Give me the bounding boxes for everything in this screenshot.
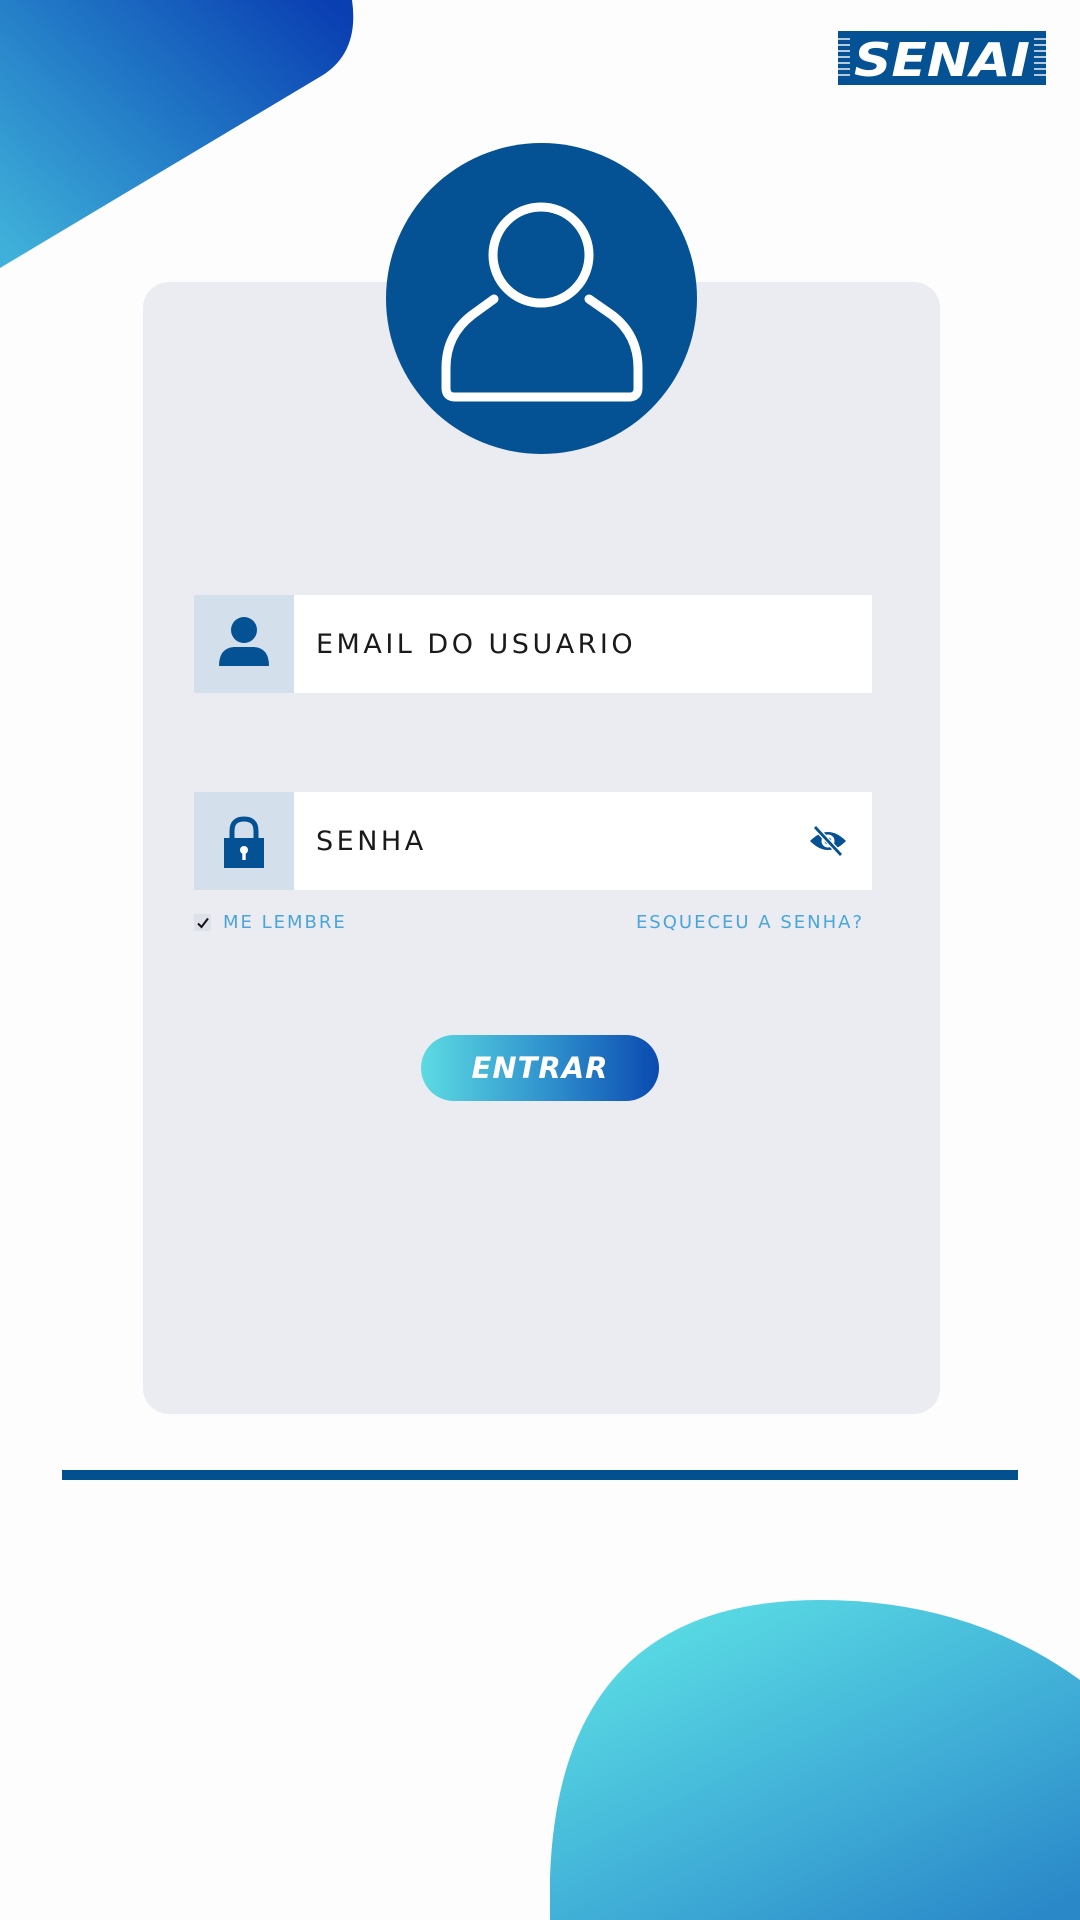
password-input[interactable]: SENHA [316,826,806,857]
password-field-icon-box [194,792,294,890]
svg-text:SENAI: SENAI [854,33,1030,85]
avatar [386,143,697,454]
decorative-bottom-shape [550,1600,1080,1920]
forgot-password-link[interactable]: ESQUECEU A SENHA? [636,912,864,933]
lock-icon [224,816,264,868]
decorative-top-shape [0,0,354,268]
password-field[interactable]: SENHA [194,792,872,890]
remember-me-label: ME LEMBRE [223,912,347,933]
eye-slash-icon [810,826,846,856]
divider [62,1470,1018,1480]
password-visibility-toggle[interactable] [806,819,850,863]
remember-me-checkbox[interactable]: ME LEMBRE [194,912,347,933]
check-icon [196,917,209,929]
email-field[interactable]: EMAIL DO USUARIO [194,595,872,693]
user-icon [219,617,269,666]
enter-button[interactable]: ENTRAR [421,1035,659,1101]
user-outline-icon [441,202,643,402]
email-field-icon-box [194,595,294,693]
checkbox-box[interactable] [194,914,211,931]
email-input[interactable]: EMAIL DO USUARIO [316,629,872,660]
senai-logo: SENAI [838,31,1046,85]
